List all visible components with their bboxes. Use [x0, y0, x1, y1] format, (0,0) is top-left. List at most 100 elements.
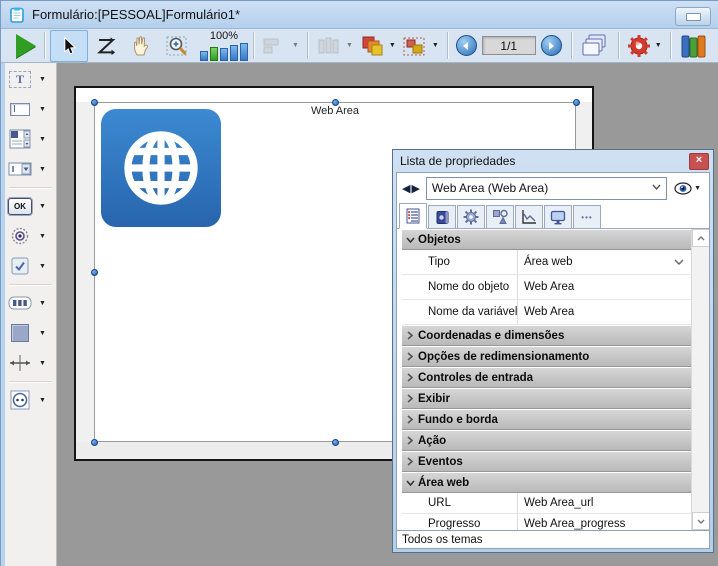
zoom-bar[interactable]	[230, 45, 238, 61]
tool-button-grid[interactable]: ▼	[5, 289, 56, 317]
property-row-progresso[interactable]: Progresso Web Area_progress	[402, 514, 692, 530]
selection-handle[interactable]	[573, 99, 580, 106]
visibility-options-button[interactable]: ▼	[674, 182, 704, 195]
tool-rectangle[interactable]: ▼	[5, 319, 56, 347]
next-page-button[interactable]	[541, 35, 562, 56]
distribute-dropdown-arrow[interactable]: ▼	[346, 42, 353, 49]
group-eventos[interactable]: Eventos	[402, 452, 692, 472]
entry-order-tool-button[interactable]	[88, 31, 124, 61]
panel-body: ◀▶ Web Area (Web Area) ▼	[396, 172, 710, 549]
pan-tool-button[interactable]	[124, 31, 160, 61]
object-navigation-row: ◀▶ Web Area (Web Area) ▼	[397, 173, 709, 203]
zoom-tool-button[interactable]	[160, 31, 196, 61]
tool-checkbox[interactable]: ▼	[5, 252, 56, 280]
scroll-up-icon	[697, 236, 705, 241]
tab-all-properties[interactable]	[399, 203, 427, 229]
property-row-nome-objeto[interactable]: Nome do objeto Web Area	[402, 275, 692, 300]
button-grid-tool-dropdown-arrow[interactable]: ▼	[39, 300, 46, 307]
settings-gear-button[interactable]	[624, 31, 654, 61]
scroll-up-button[interactable]	[692, 229, 710, 247]
input-tool-dropdown-arrow[interactable]: ▼	[39, 106, 46, 113]
checkbox-tool-dropdown-arrow[interactable]: ▼	[39, 263, 46, 270]
selection-handle[interactable]	[91, 99, 98, 106]
group-selection-button[interactable]	[399, 31, 431, 61]
collapse-window-button[interactable]	[675, 7, 711, 26]
property-row-url[interactable]: URL Web Area_url	[402, 493, 692, 514]
splitter-tool-dropdown-arrow[interactable]: ▼	[39, 360, 46, 367]
plugin-area-tool-dropdown-arrow[interactable]: ▼	[39, 397, 46, 404]
tab-coordinates[interactable]	[457, 205, 485, 228]
object-prev-next-buttons[interactable]: ◀▶	[402, 182, 421, 195]
object-library-button[interactable]	[676, 31, 710, 61]
tool-splitter[interactable]: ▼	[5, 349, 56, 377]
zoom-bar[interactable]	[240, 43, 248, 61]
zoom-bar[interactable]	[220, 48, 228, 61]
tab-objects[interactable]	[428, 205, 456, 228]
library-books-icon	[679, 33, 707, 59]
layer-order-button[interactable]	[356, 31, 388, 61]
zoom-bars	[200, 42, 248, 61]
selection-handle[interactable]	[332, 99, 339, 106]
settings-dropdown-arrow[interactable]: ▼	[655, 42, 662, 49]
tool-combo-box[interactable]: ▼	[5, 155, 56, 183]
object-selector-dropdown[interactable]: Web Area (Web Area)	[426, 177, 667, 200]
collapse-icon	[686, 13, 701, 21]
selection-handle[interactable]	[332, 439, 339, 446]
tool-plugin-area[interactable]: ▼	[5, 386, 56, 414]
text-tool-dropdown-arrow[interactable]: ▼	[39, 76, 46, 83]
title-bar: Formulário:[PESSOAL]Formulário1*	[1, 1, 718, 29]
radio-tool-dropdown-arrow[interactable]: ▼	[39, 233, 46, 240]
group-controles[interactable]: Controles de entrada	[402, 368, 692, 388]
group-fundo-borda[interactable]: Fundo e borda	[402, 410, 692, 430]
scroll-down-button[interactable]	[692, 512, 710, 530]
rectangle-tool-dropdown-arrow[interactable]: ▼	[39, 330, 46, 337]
chevron-expanded-icon	[406, 480, 415, 486]
close-panel-button[interactable]: ×	[689, 153, 709, 170]
run-form-button[interactable]	[3, 31, 39, 61]
property-row-tipo[interactable]: Tipo Área web	[402, 250, 692, 275]
property-scrollbar[interactable]	[691, 229, 709, 530]
tab-display[interactable]	[544, 205, 572, 228]
form-document-icon	[9, 7, 25, 23]
property-list-icon	[405, 208, 421, 224]
previous-page-button[interactable]	[456, 35, 477, 56]
rectangle-tool-icon	[11, 324, 29, 342]
listbox-tool-dropdown-arrow[interactable]: ▼	[39, 136, 46, 143]
gear-icon	[463, 209, 479, 225]
property-row-nome-variavel[interactable]: Nome da variável Web Area	[402, 300, 692, 325]
layer-order-dropdown-arrow[interactable]: ▼	[389, 42, 396, 49]
entry-order-z-icon	[95, 35, 117, 57]
selection-handle[interactable]	[91, 269, 98, 276]
tool-list-box[interactable]: ▼	[5, 125, 56, 153]
progresso-value: Web Area_progress	[524, 518, 625, 530]
tab-more[interactable]: •••	[573, 205, 601, 228]
property-tabs: •••	[397, 203, 709, 229]
group-coordenadas[interactable]: Coordenadas e dimensões	[402, 326, 692, 346]
zoom-bar-current[interactable]	[210, 47, 218, 61]
group-acao[interactable]: Ação	[402, 431, 692, 451]
radio-tool-icon	[11, 227, 29, 245]
chevron-expanded-icon	[406, 237, 415, 243]
combobox-tool-dropdown-arrow[interactable]: ▼	[39, 166, 46, 173]
selection-handle[interactable]	[91, 439, 98, 446]
chevron-collapsed-icon	[407, 373, 413, 382]
select-tool-button[interactable]	[50, 30, 88, 62]
zoom-bar[interactable]	[200, 51, 208, 61]
group-redimensionamento[interactable]: Opções de redimensionamento	[402, 347, 692, 367]
tool-static-text[interactable]: T ▼	[5, 65, 56, 93]
tab-events[interactable]	[515, 205, 543, 228]
group-objetos[interactable]: Objetos	[402, 230, 692, 250]
align-dropdown-arrow[interactable]: ▼	[292, 42, 299, 49]
tool-button[interactable]: OK ▼	[5, 192, 56, 220]
form-pages-button[interactable]	[577, 31, 613, 61]
zoom-level-label: 100%	[210, 31, 238, 42]
button-tool-dropdown-arrow[interactable]: ▼	[39, 203, 46, 210]
tool-input-field[interactable]: I ▼	[5, 95, 56, 123]
group-exibir[interactable]: Exibir	[402, 389, 692, 409]
button-tool-icon: OK	[8, 198, 32, 215]
tab-appearance[interactable]	[486, 205, 514, 228]
group-selection-dropdown-arrow[interactable]: ▼	[432, 42, 439, 49]
tool-radio-button[interactable]: ▼	[5, 222, 56, 250]
chart-icon	[521, 209, 537, 225]
group-area-web[interactable]: Área web	[402, 473, 692, 493]
